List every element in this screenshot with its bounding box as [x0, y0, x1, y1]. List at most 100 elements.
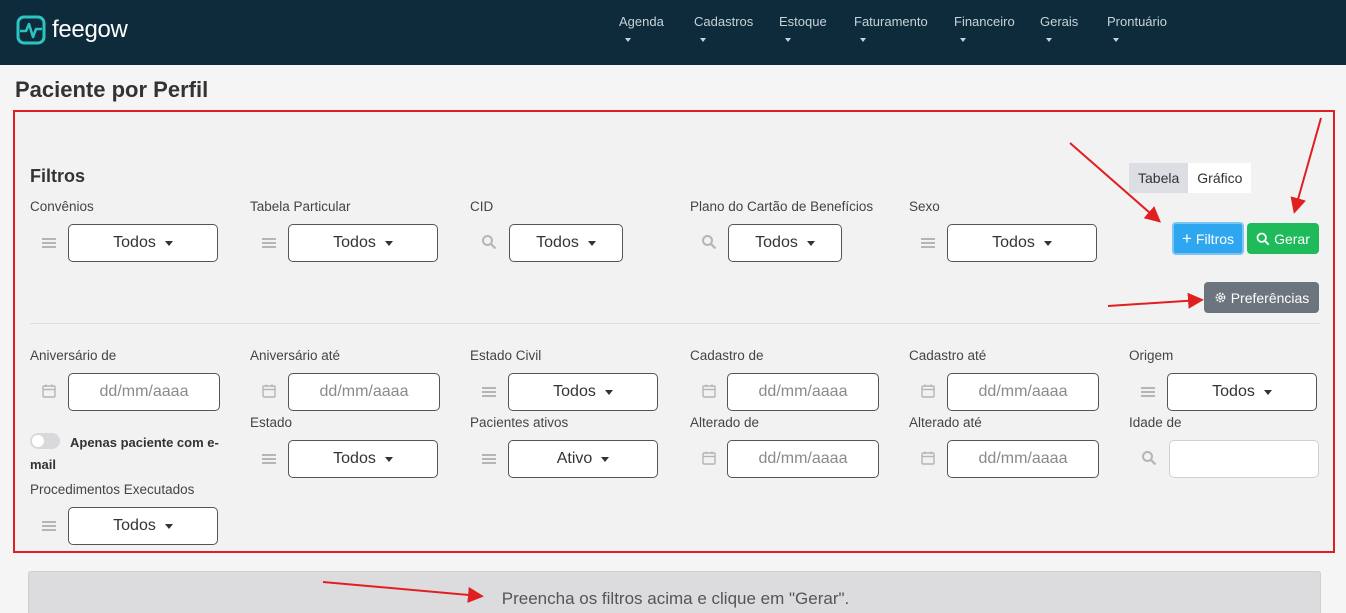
input-placeholder: dd/mm/aaaa — [758, 383, 848, 400]
dropdown-value: Todos — [553, 383, 596, 400]
tab-tabela[interactable]: Tabela — [1129, 163, 1189, 193]
pacientes-ativos-label: Pacientes ativos — [470, 415, 569, 430]
list-icon — [262, 238, 276, 248]
convenios-dropdown[interactable]: Todos — [68, 224, 218, 262]
search-icon — [482, 235, 497, 250]
estado-dropdown[interactable]: Todos — [288, 440, 438, 478]
preferencias-button[interactable]: Preferências — [1204, 282, 1319, 313]
list-icon — [482, 454, 496, 464]
list-icon — [1141, 387, 1155, 397]
dropdown-value: Todos — [113, 517, 156, 534]
nav-cadastros[interactable]: Cadastros — [694, 14, 753, 42]
logo-text: feegow — [52, 16, 128, 43]
dropdown-value: Todos — [113, 234, 156, 251]
caret-down-icon — [164, 240, 173, 246]
input-placeholder: dd/mm/aaaa — [99, 383, 189, 400]
cadastro-de-input[interactable]: dd/mm/aaaa — [727, 373, 879, 411]
nav-label: Agenda — [619, 14, 664, 29]
nav-label: Prontuário — [1107, 14, 1167, 29]
plano-cartao-dropdown[interactable]: Todos — [728, 224, 842, 262]
caret-down-icon — [601, 456, 610, 462]
chevron-down-icon — [1113, 38, 1119, 42]
search-icon — [1256, 232, 1270, 245]
view-toggle: Tabela Gráfico — [1129, 163, 1252, 193]
page-title: Paciente por Perfil — [15, 77, 209, 102]
caret-down-icon — [1043, 240, 1052, 246]
nav-gerais[interactable]: Gerais — [1040, 14, 1078, 42]
calendar-icon — [921, 384, 935, 398]
nav-label: Faturamento — [854, 14, 928, 29]
cadastro-ate-label: Cadastro até — [909, 348, 987, 363]
caret-down-icon — [806, 240, 815, 246]
dropdown-value: Todos — [1212, 383, 1255, 400]
search-icon — [702, 235, 717, 250]
dropdown-value: Todos — [333, 450, 376, 467]
button-label: Filtros — [1195, 230, 1235, 247]
apenas-email-toggle[interactable] — [30, 433, 60, 449]
tab-grafico[interactable]: Gráfico — [1188, 163, 1252, 193]
alterado-ate-input[interactable]: dd/mm/aaaa — [947, 440, 1099, 478]
feegow-logo-icon — [16, 15, 46, 45]
nav-label: Estoque — [779, 14, 827, 29]
top-navbar: feegow Agenda Cadastros Estoque Faturame… — [0, 0, 1346, 65]
dropdown-value: Ativo — [556, 450, 593, 467]
logo[interactable]: feegow — [16, 15, 128, 45]
input-placeholder: dd/mm/aaaa — [978, 450, 1068, 467]
dropdown-value: Todos — [755, 234, 798, 251]
aniversario-ate-input[interactable]: dd/mm/aaaa — [288, 373, 440, 411]
nav-financeiro[interactable]: Financeiro — [954, 14, 1015, 42]
input-placeholder: dd/mm/aaaa — [978, 383, 1068, 400]
input-placeholder: dd/mm/aaaa — [319, 383, 409, 400]
tabela-particular-dropdown[interactable]: Todos — [288, 224, 438, 262]
caret-down-icon — [1263, 389, 1272, 395]
chevron-down-icon — [960, 38, 966, 42]
cadastro-ate-input[interactable]: dd/mm/aaaa — [947, 373, 1099, 411]
search-icon — [1142, 451, 1157, 466]
dropdown-value: Todos — [992, 234, 1035, 251]
calendar-icon — [262, 384, 276, 398]
alterado-ate-label: Alterado até — [909, 415, 982, 430]
dropdown-value: Todos — [333, 234, 376, 251]
idade-de-input[interactable] — [1169, 440, 1319, 478]
filtros-button[interactable]: + Filtros — [1172, 222, 1244, 255]
estado-civil-dropdown[interactable]: Todos — [508, 373, 658, 411]
sexo-dropdown[interactable]: Todos — [947, 224, 1097, 262]
procedimentos-label: Procedimentos Executados — [30, 482, 195, 497]
nav-faturamento[interactable]: Faturamento — [854, 14, 928, 42]
nav-estoque[interactable]: Estoque — [779, 14, 827, 42]
chevron-down-icon — [785, 38, 791, 42]
list-icon — [42, 238, 56, 248]
pacientes-ativos-dropdown[interactable]: Ativo — [508, 440, 658, 478]
gerar-button[interactable]: Gerar — [1247, 223, 1319, 254]
origem-dropdown[interactable]: Todos — [1167, 373, 1317, 411]
nav-label: Cadastros — [694, 14, 754, 29]
caret-down-icon — [587, 240, 596, 246]
procedimentos-dropdown[interactable]: Todos — [68, 507, 218, 545]
plus-icon: + — [1181, 229, 1192, 248]
nav-prontuario[interactable]: Prontuário — [1107, 14, 1167, 42]
calendar-icon — [702, 451, 716, 465]
aniversario-de-input[interactable]: dd/mm/aaaa — [68, 373, 220, 411]
filters-title: Filtros — [30, 166, 86, 186]
plano-cartao-label: Plano do Cartão de Benefícios — [690, 199, 874, 214]
origem-label: Origem — [1129, 348, 1174, 363]
list-icon — [921, 238, 935, 248]
nav-label: Financeiro — [954, 14, 1015, 29]
input-placeholder: dd/mm/aaaa — [758, 450, 848, 467]
caret-down-icon — [384, 456, 393, 462]
aniversario-de-label: Aniversário de — [30, 348, 117, 363]
caret-down-icon — [384, 240, 393, 246]
apenas-email-label: Apenas paciente com e- — [70, 435, 219, 450]
list-icon — [42, 521, 56, 531]
button-label: Preferências — [1230, 289, 1310, 306]
tabela-particular-label: Tabela Particular — [250, 199, 351, 214]
cid-label: CID — [470, 199, 494, 214]
convenios-label: Convênios — [30, 199, 94, 214]
empty-state-notice: Preencha os filtros acima e clique em "G… — [28, 571, 1321, 613]
notice-text: Preencha os filtros acima e clique em "G… — [501, 589, 850, 608]
dropdown-value: Todos — [536, 234, 579, 251]
gear-icon — [1215, 292, 1226, 303]
alterado-de-input[interactable]: dd/mm/aaaa — [727, 440, 879, 478]
cid-dropdown[interactable]: Todos — [509, 224, 623, 262]
nav-agenda[interactable]: Agenda — [619, 14, 664, 42]
